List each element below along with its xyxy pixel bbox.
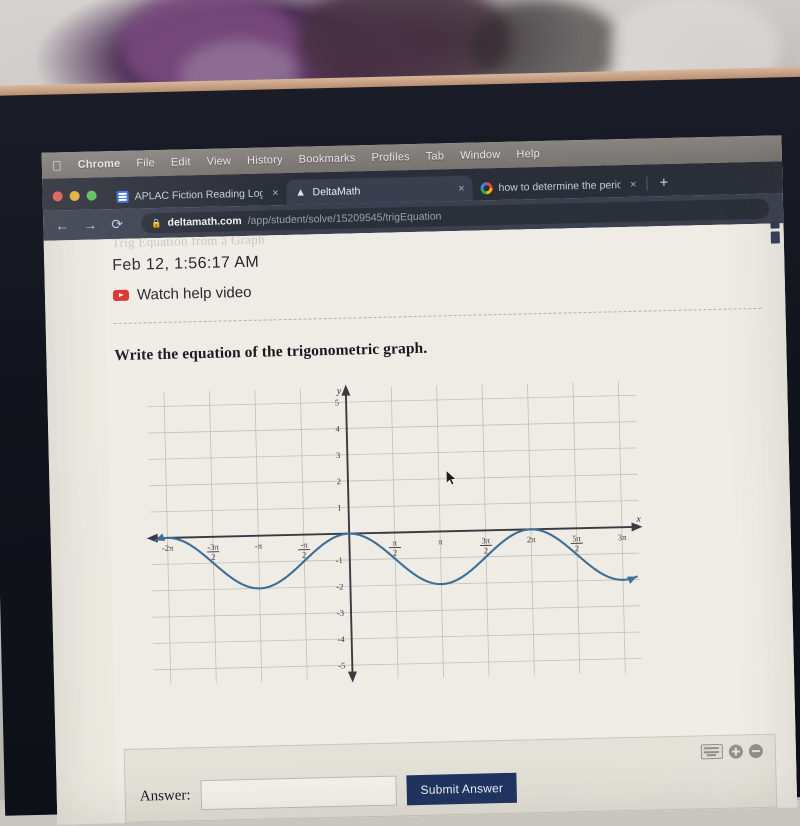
close-tab-icon[interactable]: × [458,182,465,194]
window-controls[interactable] [43,190,109,211]
forward-button-icon[interactable]: → [83,216,97,232]
deltamath-problem-panel: Trig Equation from a Graph Feb 12, 1:56:… [104,223,798,823]
answer-bar: Answer: Submit Answer [124,734,778,823]
menu-item-file[interactable]: File [136,157,155,169]
help-video-label: Watch help video [137,284,252,304]
mouse-pointer-icon [445,469,457,486]
google-icon [480,182,492,194]
svg-text:-4: -4 [337,634,345,644]
answer-label: Answer: [140,787,191,805]
menu-item-chrome[interactable]: Chrome [77,158,120,171]
menu-item-window[interactable]: Window [460,149,501,162]
svg-text:-5: -5 [338,660,345,670]
tab-title: DeltaMath [312,183,448,198]
svg-text:π: π [393,537,398,547]
svg-text:2π: 2π [527,534,536,544]
zoom-in-icon[interactable] [729,744,743,758]
svg-text:-2π: -2π [162,543,174,553]
screen-bezel:  Chrome File Edit View History Bookmark… [0,76,800,815]
trigonometric-graph: -2π-3π2-π-π2π2π3π22π5π23π54321-1-2-3-4-5… [141,377,648,689]
laptop-screen:  Chrome File Edit View History Bookmark… [42,135,798,824]
back-button-icon[interactable]: ← [55,217,69,233]
url-path: /app/student/solve/15209545/trigEquation [248,210,442,227]
close-tab-icon[interactable]: × [630,178,637,190]
assignment-title: Trig Equation from a Graph [112,232,266,252]
tab-title: how to determine the period o [498,179,620,194]
close-tab-icon[interactable]: × [272,187,279,199]
minimize-window-button[interactable] [69,191,79,201]
menu-item-tab[interactable]: Tab [426,150,445,162]
document-icon [116,190,128,202]
timestamp: Feb 12, 1:56:17 AM [112,254,259,275]
keyboard-icon[interactable] [701,744,723,760]
svg-text:-3π: -3π [207,542,219,552]
lock-icon: 🔒 [151,217,162,228]
svg-text:-2: -2 [336,581,343,591]
svg-text:3π: 3π [618,532,627,542]
svg-text:3π: 3π [481,535,490,545]
menu-item-history[interactable]: History [247,154,283,167]
maximize-window-button[interactable] [86,190,96,200]
svg-text:5: 5 [335,397,339,407]
menu-item-edit[interactable]: Edit [171,156,191,168]
watch-help-video-link[interactable]: Watch help video [113,284,252,304]
svg-text:-1: -1 [336,555,343,565]
zoom-out-icon[interactable] [749,743,763,757]
scrollbar-thumb[interactable] [771,231,780,243]
tab-divider [646,176,647,190]
youtube-icon [113,290,129,301]
answer-row: Answer: Submit Answer [139,773,517,812]
reload-button-icon[interactable]: ⟳ [111,215,123,232]
menu-item-view[interactable]: View [207,155,232,168]
svg-text:-π: -π [300,540,308,550]
axes [143,378,646,688]
scrollbar-thumb-upper[interactable] [770,221,779,228]
new-tab-button[interactable]: + [649,174,678,197]
menu-item-help[interactable]: Help [516,148,540,161]
close-window-button[interactable] [53,191,63,201]
apple-logo-icon[interactable]:  [52,159,62,172]
answer-input[interactable] [200,776,397,811]
web-page-content: Trig Equation from a Graph Feb 12, 1:56:… [44,223,798,824]
deltamath-icon: ▲ [294,186,306,198]
submit-answer-button[interactable]: Submit Answer [406,773,517,806]
menu-item-profiles[interactable]: Profiles [371,151,410,164]
x-axis-label: x [635,514,641,525]
svg-text:5π: 5π [572,533,581,543]
menu-item-bookmarks[interactable]: Bookmarks [299,152,356,165]
answer-tools [701,743,763,759]
url-domain: deltamath.com [167,215,241,229]
svg-text:2: 2 [337,476,341,486]
svg-text:1: 1 [337,502,341,512]
svg-text:3: 3 [336,450,340,460]
svg-text:-π: -π [255,541,263,551]
graph-svg: -2π-3π2-π-π2π2π3π22π5π23π54321-1-2-3-4-5… [141,377,648,689]
divider [114,308,762,324]
svg-text:π: π [438,536,443,546]
y-axis-label: y [336,386,342,397]
tab-title: APLAC Fiction Reading Log- B [134,187,262,202]
question-prompt: Write the equation of the trigonometric … [114,340,427,365]
laptop-device:  Chrome File Edit View History Bookmark… [0,66,800,815]
svg-text:-3: -3 [337,608,344,618]
